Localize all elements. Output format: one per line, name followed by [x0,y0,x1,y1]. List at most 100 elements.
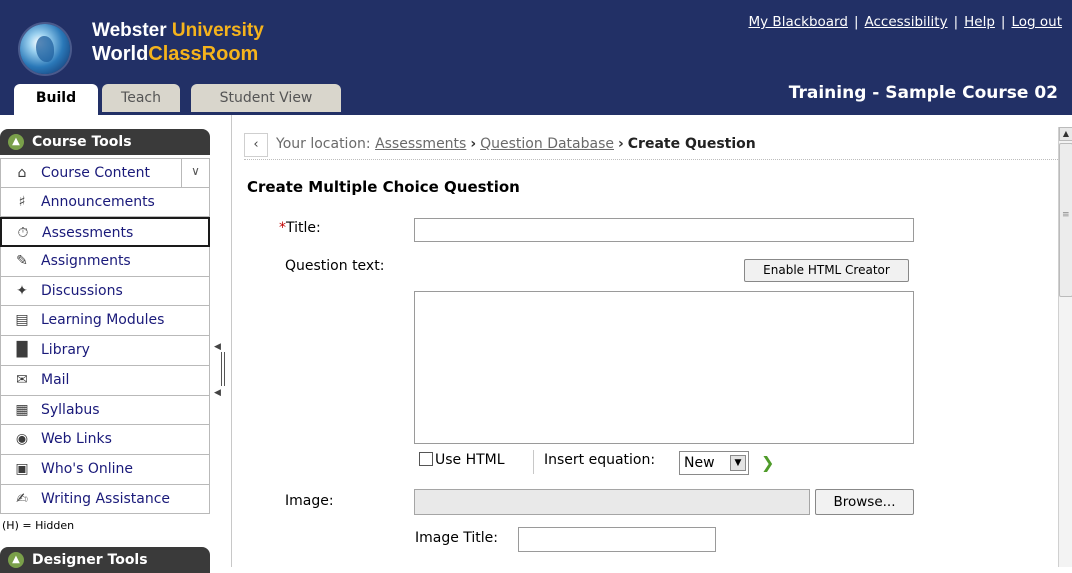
breadcrumb-separator: › [618,136,624,152]
sidebar-item-assessments[interactable]: ⏱ Assessments [0,217,210,248]
writing-icon: ✍ [16,490,28,507]
sidebar-item-label: Syllabus [41,401,100,418]
logout-link[interactable]: Log out [1011,14,1062,30]
expand-chevron-icon[interactable]: ∨ [181,159,209,187]
back-arrow-icon[interactable]: ‹ [244,133,268,157]
sidebar-item-assignments[interactable]: ✎ Assignments [0,247,210,277]
syllabus-icon: ▦ [15,401,29,418]
accessibility-link[interactable]: Accessibility [865,14,948,30]
sidebar-item-course-content[interactable]: ⌂ Course Content ∨ [0,158,210,188]
use-html-checkbox[interactable] [419,452,433,466]
sidebar-item-label: Discussions [41,282,123,299]
top-links: My Blackboard | Accessibility | Help | Log out [749,14,1063,30]
my-blackboard-link[interactable]: My Blackboard [749,14,848,30]
breadcrumb-current: Create Question [627,136,756,152]
enable-html-creator-button[interactable]: Enable HTML Creator [744,259,909,282]
equation-select-value: New [684,455,715,471]
sidebar-item-label: Writing Assistance [41,490,171,507]
help-link[interactable]: Help [964,14,995,30]
breadcrumb-separator: › [470,136,477,152]
tab-student-view[interactable]: Student View [191,84,341,112]
sidebar-item-label: Learning Modules [41,312,165,329]
tab-teach[interactable]: Teach [102,84,180,112]
image-title-input[interactable] [518,527,716,552]
sidebar-item-label: Assessments [42,225,134,242]
scroll-up-arrow-icon[interactable]: ▲ [1059,127,1072,141]
page-title: Create Multiple Choice Question [247,178,520,196]
go-arrow-icon[interactable]: ❯ [761,453,774,472]
equation-select[interactable]: New ▼ [679,451,749,475]
sidebar-item-syllabus[interactable]: ▦ Syllabus [0,395,210,426]
university-logo [20,24,70,74]
scrollbar-thumb[interactable] [1059,143,1072,297]
image-title-label: Image Title: [415,530,499,546]
sidebar-item-label: Web Links [41,431,112,448]
sidebar-item-writing-assistance[interactable]: ✍ Writing Assistance [0,484,210,515]
link-separator: | [1000,14,1006,30]
person-icon: ▣ [15,460,29,477]
hidden-legend: (H) = Hidden [2,519,75,532]
sidebar-item-announcements[interactable]: ♯ Announcements [0,187,210,218]
sidebar-item-mail[interactable]: ✉ Mail [0,365,210,396]
use-html-option[interactable]: Use HTML [419,452,505,468]
home-icon: ⌂ [17,165,27,181]
collapse-toggle-icon[interactable]: ▲ [8,134,24,150]
vertical-scrollbar[interactable]: ▲ [1058,127,1072,567]
title-label: *Title: [279,220,321,236]
brand-worldclassroom: WorldClassRoom [92,43,259,65]
course-title: Training - Sample Course 02 [788,83,1058,103]
designer-tools-header[interactable]: ▲ Designer Tools [0,547,210,573]
sidebar: ▲ Course Tools ⌂ Course Content ∨ ♯ Anno… [0,115,212,573]
divider [533,450,534,474]
question-text-area[interactable] [414,291,914,444]
image-label: Image: [285,493,334,509]
sidebar-item-label: Who's Online [41,460,134,477]
sidebar-item-label: Assignments [41,253,131,270]
books-icon: █ [16,342,28,359]
breadcrumb-prefix: Your location: [276,136,376,152]
collapse-left-icon: ◀ [214,342,221,352]
sidebar-item-label: Announcements [41,193,155,210]
sidebar-item-library[interactable]: █ Library [0,336,210,366]
brand-university: Webster University [92,20,264,41]
sidebar-item-label: Course Content [41,165,151,181]
megaphone-icon: ♯ [18,193,26,210]
sidebar-item-label: Library [41,342,90,359]
sidebar-collapse-handle[interactable]: ◀ ◀ [214,342,228,402]
course-tools-list: ⌂ Course Content ∨ ♯ Announcements ⏱ Ass… [0,158,210,515]
stopwatch-icon: ⏱ [17,225,29,242]
link-separator: | [953,14,959,30]
breadcrumb-link-question-database[interactable]: Question Database [480,136,614,152]
question-text-label: Question text: [285,258,385,274]
breadcrumb-link-assessments[interactable]: Assessments [375,136,466,152]
sidebar-item-learning-modules[interactable]: ▤ Learning Modules [0,306,210,337]
collapse-left-icon: ◀ [214,388,221,398]
splitter-grip [221,352,225,386]
use-html-label: Use HTML [435,452,505,468]
collapse-toggle-icon[interactable]: ▲ [8,552,24,568]
sidebar-item-web-links[interactable]: ◉ Web Links [0,425,210,455]
sidebar-item-label: Mail [41,371,70,388]
chevron-down-icon[interactable]: ▼ [730,455,746,471]
link-separator: | [853,14,859,30]
sidebar-divider [231,115,232,567]
required-marker: * [279,220,286,236]
pushpin-icon: ✦ [16,282,28,299]
envelope-icon: ✉ [16,371,28,388]
image-file-path-field [414,489,810,515]
document-stack-icon: ▤ [15,312,29,329]
sidebar-item-discussions[interactable]: ✦ Discussions [0,276,210,307]
globe-icon: ◉ [15,431,29,448]
breadcrumb: ‹ Your location: Assessments › Question Dat… [244,132,1060,160]
tab-build[interactable]: Build [14,84,98,115]
header-bar: Webster University WorldClassRoom My Bla… [0,0,1072,115]
course-tools-title: Course Tools [32,134,132,150]
insert-equation-label: Insert equation: [544,452,656,468]
sidebar-item-whos-online[interactable]: ▣ Who's Online [0,454,210,485]
designer-tools-title: Designer Tools [32,552,148,568]
browse-button[interactable]: Browse... [815,489,914,515]
course-tools-header[interactable]: ▲ Course Tools [0,129,210,155]
title-label-text: Title: [286,220,321,236]
pencil-paper-icon: ✎ [16,253,28,270]
title-input[interactable] [414,218,914,242]
